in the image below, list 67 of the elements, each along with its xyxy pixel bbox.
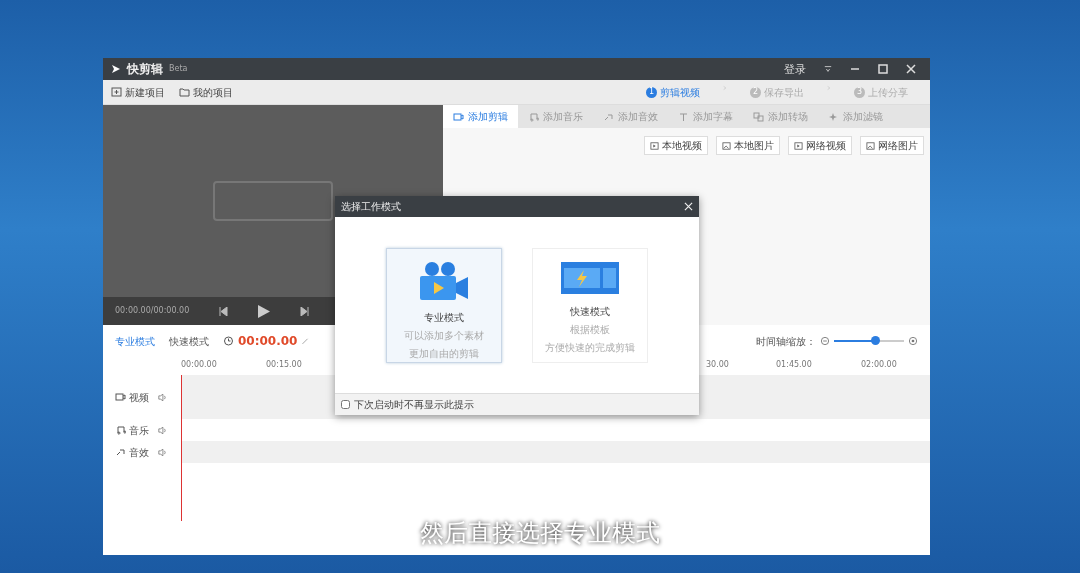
tab[interactable]: 添加剪辑 [443,105,518,128]
toolbar-button[interactable]: 我的项目 [179,84,233,100]
ruler-time: 30.00 [706,359,729,371]
app-title: 快剪辑 [127,61,163,78]
dont-show-label: 下次启动时不再显示此提示 [354,398,474,412]
source-button[interactable]: 网络视频 [788,136,852,155]
track-label: 视频 [129,390,149,405]
music-note-icon [528,111,539,122]
ruler-time: 00:15.00 [266,359,302,371]
video-file-icon [650,141,659,150]
mode-option-card[interactable]: 专业模式 可以添加多个素材 更加自由的剪辑 [386,247,502,363]
folder-icon [179,87,190,97]
mode-option-card[interactable]: 快速模式 根据模板 方便快速的完成剪辑 [532,247,648,363]
track-label: 音乐 [129,423,149,438]
step-number: 3 [854,86,865,98]
mode-description: 可以添加多个素材 [404,328,484,343]
source-button[interactable]: 本地视频 [644,136,708,155]
dialog-title: 选择工作模式 [341,200,401,214]
step-tab[interactable]: 1 剪辑视频 [640,83,706,101]
video-subtitle: 然后直接选择专业模式 [419,518,662,549]
new-project-icon [111,87,122,97]
speaker-icon[interactable] [158,448,167,457]
zoom-out-icon[interactable] [820,336,830,346]
text-icon [678,111,689,122]
slider-thumb[interactable] [870,336,880,345]
music-note-icon [115,425,126,435]
step-number: 1 [646,86,657,98]
beta-label: Beta [169,63,188,75]
source-button[interactable]: 本地图片 [716,136,780,155]
clock-icon [223,336,234,346]
mode-description: 根据模板 [570,322,610,337]
track-label: 音效 [129,445,149,460]
previous-icon[interactable] [219,306,229,316]
ruler-time: 00:00.00 [181,359,217,371]
zoom-in-icon[interactable] [908,336,918,346]
close-icon[interactable] [684,202,693,211]
close-icon[interactable] [906,64,916,74]
toolbar-button[interactable]: 新建项目 [111,84,165,100]
play-icon[interactable] [258,304,271,318]
film-strip-icon [560,260,620,295]
zoom-label: 时间轴缩放： [756,334,816,349]
play-logo-icon [111,64,121,74]
transition-icon [753,111,764,122]
next-icon[interactable] [300,306,310,316]
image-icon [722,141,731,150]
speaker-icon[interactable] [158,393,167,402]
ruler-time: 01:45.00 [776,359,812,371]
dont-show-checkbox[interactable] [341,400,350,409]
image-icon [866,141,875,150]
playback-time: 00:00.00/00:00.00 [115,305,190,317]
timecode: 00:00.00 [238,333,298,350]
mode-description: 更加自由的剪辑 [409,346,479,361]
sparkle-icon [828,111,839,122]
video-icon [115,392,126,402]
maximize-icon[interactable] [878,64,888,74]
mode-title: 快速模式 [570,304,610,319]
video-file-icon [794,141,803,150]
mode-tab[interactable]: 快速模式 [169,333,209,349]
mode-tab[interactable]: 专业模式 [115,333,155,349]
step-number: 2 [750,86,761,98]
video-icon [453,111,464,122]
source-button[interactable]: 网络图片 [860,136,924,155]
ruler-time: 02:00.00 [861,359,897,371]
mode-title: 专业模式 [424,310,464,325]
speaker-icon[interactable] [158,426,167,435]
mode-description: 方便快速的完成剪辑 [545,340,635,355]
login-button[interactable]: 登录 [778,63,812,75]
